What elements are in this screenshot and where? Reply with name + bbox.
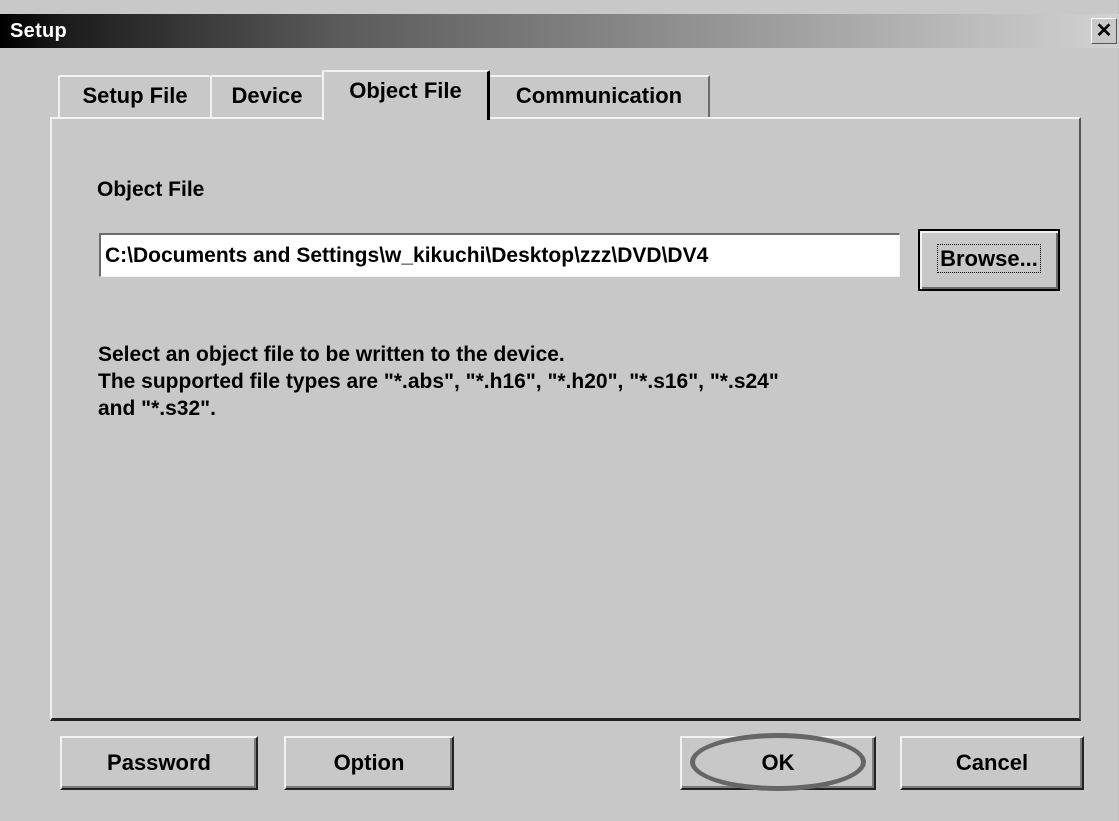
object-file-label: Object File <box>97 178 205 201</box>
ok-button[interactable]: OK <box>680 736 876 790</box>
password-button[interactable]: Password <box>60 736 258 790</box>
tab-communication[interactable]: Communication <box>490 75 710 117</box>
setup-dialog: Setup ✕ Setup File Device Object File Co… <box>0 0 1119 821</box>
object-file-description: Select an object file to be written to t… <box>98 343 779 420</box>
option-button[interactable]: Option <box>284 736 454 790</box>
tab-setup-file[interactable]: Setup File <box>58 75 210 117</box>
tab-object-file[interactable]: Object File <box>322 70 490 120</box>
browse-button-label: Browse... <box>937 244 1041 273</box>
close-icon[interactable]: ✕ <box>1091 18 1117 44</box>
browse-button[interactable]: Browse... <box>918 229 1060 291</box>
window-title: Setup <box>10 20 68 42</box>
cancel-button[interactable]: Cancel <box>900 736 1084 790</box>
object-file-path-input[interactable] <box>99 233 900 277</box>
tab-device[interactable]: Device <box>210 75 322 117</box>
title-bar[interactable]: Setup ✕ <box>0 14 1119 48</box>
